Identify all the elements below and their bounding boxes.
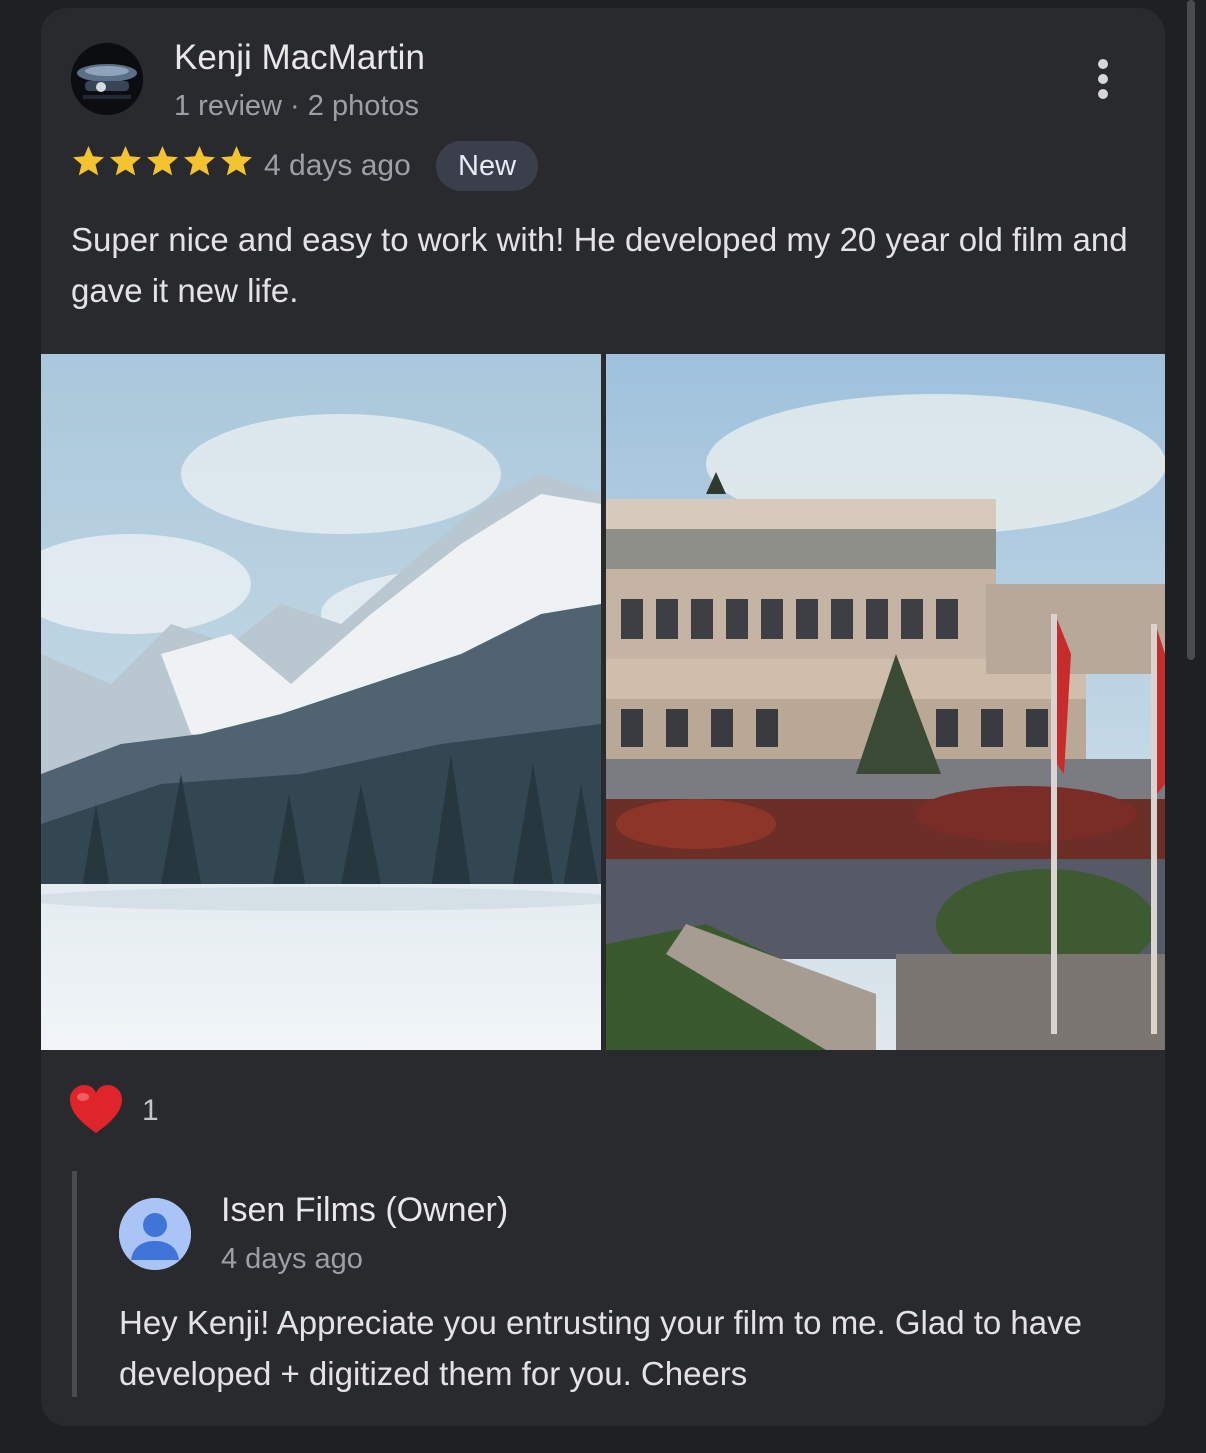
reviewer-meta: 1 review · 2 photos [174, 90, 420, 122]
owner-avatar[interactable] [119, 1198, 191, 1270]
star-icon [110, 146, 141, 176]
review-time: 4 days ago [264, 149, 411, 182]
red-heart-icon[interactable] [68, 1083, 124, 1139]
person-icon [119, 1198, 191, 1270]
star-icon [73, 146, 104, 176]
owner-reply-text: Hey Kenji! Appreciate you entrusting you… [119, 1304, 1082, 1392]
review-text: Super nice and easy to work with! He dev… [71, 221, 1128, 309]
snowy-mountain-forest-photo [41, 354, 601, 1050]
star-icon [221, 146, 252, 176]
review-card: Kenji MacMartin 1 review · 2 photos 4 da… [41, 8, 1165, 1426]
owner-reply: Isen Films (Owner) 4 days ago Hey Kenji!… [72, 1171, 1132, 1397]
more-options-button[interactable] [1086, 56, 1120, 102]
reviewer-name[interactable]: Kenji MacMartin [174, 38, 425, 78]
more-vert-icon-dot [1098, 59, 1108, 69]
star-icon [147, 146, 178, 176]
new-badge: New [436, 141, 539, 191]
owner-reply-time: 4 days ago [221, 1243, 363, 1275]
reviewer-avatar[interactable] [71, 43, 143, 115]
review-photo-building[interactable] [606, 354, 1165, 1050]
star-rating [71, 144, 254, 184]
more-vert-icon-dot [1098, 74, 1108, 84]
reaction-row: 1 [68, 1081, 159, 1141]
review-photo-mountain[interactable] [41, 354, 601, 1050]
owner-name: Isen Films (Owner) [221, 1191, 509, 1229]
more-vert-icon-dot [1098, 89, 1108, 99]
page-scrollbar[interactable] [1187, 0, 1195, 660]
campus-building-flags-photo [606, 354, 1165, 1050]
star-icon [184, 146, 215, 176]
reaction-count: 1 [142, 1094, 159, 1127]
